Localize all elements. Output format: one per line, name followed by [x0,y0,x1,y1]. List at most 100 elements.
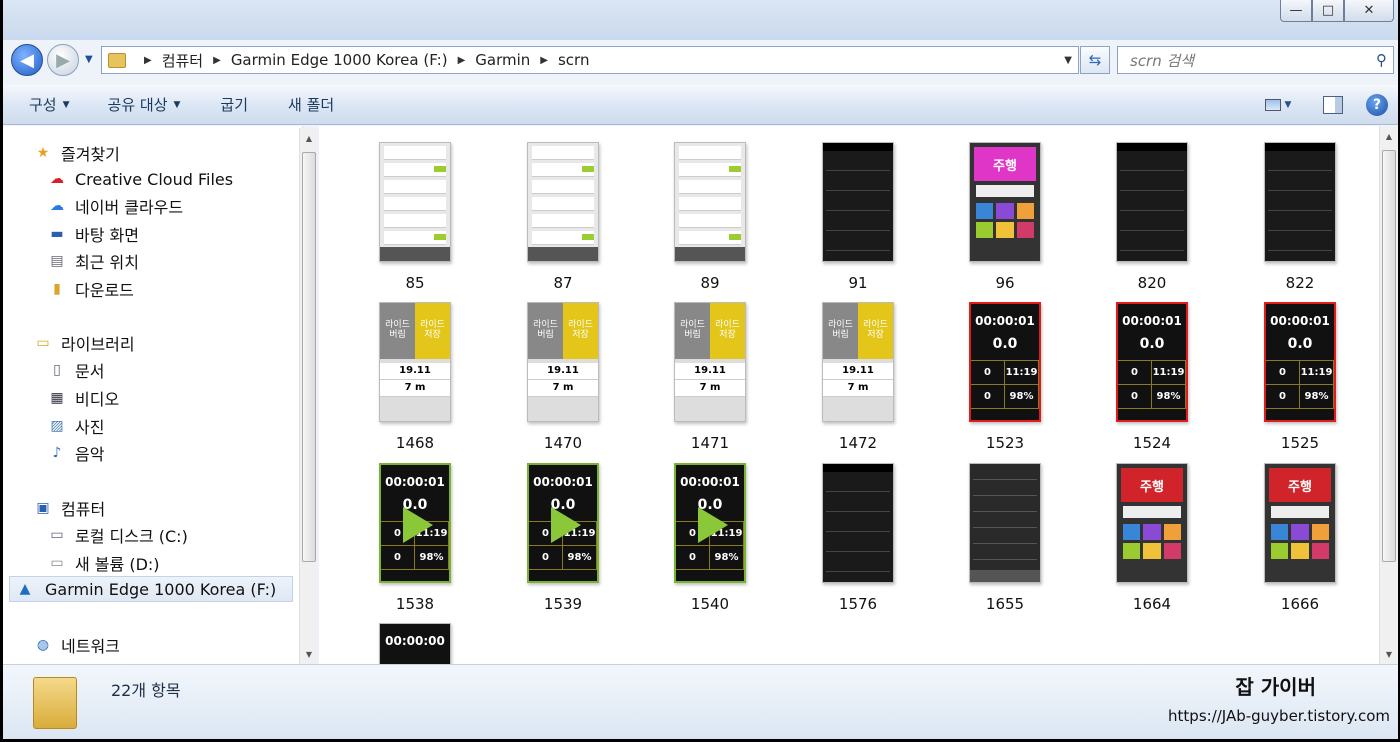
chevron-right-icon[interactable]: ▶ [144,55,152,66]
file-item[interactable]: 주행 1666 [1240,463,1360,613]
sidebar-scroll-thumb[interactable] [302,152,316,562]
file-item[interactable]: 00:00:01 0.0 0 11:19 0 98% 1540 [650,463,770,613]
minimize-button[interactable]: — [1280,0,1312,22]
file-item[interactable]: 라이드 버림 라이드 저장 19.11 7 m 1472 [798,302,918,452]
sidebar-item-naver-cloud[interactable]: ☁ 네이버 클라우드 [47,193,183,219]
file-item[interactable]: 00:00:01 0.0 0 11:19 0 98% 1523 [945,302,1065,452]
file-thumbnail [822,142,894,262]
sidebar-label: 사진 [75,418,105,437]
thumbnail-graphic: 0 [1266,385,1300,409]
thumbnail-graphic: 0.0 [1287,336,1313,352]
sidebar-network-header[interactable]: ◍ 네트워크 [33,632,120,658]
maximize-button[interactable]: □ [1312,0,1344,22]
file-item[interactable]: 822 [1240,142,1360,292]
file-item[interactable]: 87 [503,142,623,292]
refresh-button[interactable]: ⇆ [1080,46,1110,74]
file-thumbnail: 주행 [1116,463,1188,583]
thumbnail-graphic [679,180,741,194]
file-item[interactable]: 라이드 버림 라이드 저장 19.11 7 m 1470 [503,302,623,452]
help-icon[interactable]: ? [1366,94,1388,116]
preview-pane-button[interactable] [1322,96,1344,114]
file-name: 91 [848,274,868,292]
sidebar-item-creative-cloud[interactable]: ☁ Creative Cloud Files [47,166,233,192]
sidebar-item-downloads[interactable]: ▮ 다운로드 [47,276,134,302]
forward-button[interactable]: ▶ [47,44,79,76]
file-item[interactable]: 1576 [798,463,918,613]
thumbnail-graphic [976,222,994,238]
burn-button[interactable]: 굽기 [220,94,248,115]
file-item[interactable]: 00:00:01 0.0 0 11:19 0 98% 1524 [1092,302,1212,452]
breadcrumb-drive[interactable]: Garmin Edge 1000 Korea (F:) [231,51,448,69]
close-button[interactable]: ✕ [1344,0,1394,22]
file-item[interactable]: 89 [650,142,770,292]
thumbnail-graphic: 98% [1300,385,1334,409]
scroll-up-icon[interactable]: ▲ [1380,128,1398,144]
sidebar-computer-header[interactable]: ▣ 컴퓨터 [33,495,105,521]
file-item[interactable]: 00:00:00 [355,623,475,664]
thumbnail-graphic [1163,524,1181,540]
chevron-right-icon[interactable]: ▶ [213,55,221,66]
sidebar-item-new-volume[interactable]: ▭ 새 볼륨 (D:) [47,550,159,576]
file-item[interactable]: 85 [355,142,475,292]
command-bar: 구성 ▼ 공유 대상 ▼ 굽기 새 폴더 ▼ ? [3,85,1398,125]
sidebar-label: 로컬 디스크 (C:) [75,527,188,546]
file-item[interactable]: 820 [1092,142,1212,292]
breadcrumb-scrn[interactable]: scrn [558,51,589,69]
organize-menu[interactable]: 구성 ▼ [29,94,70,115]
file-item[interactable]: 주행 96 [945,142,1065,292]
file-thumbnail [1116,142,1188,262]
recent-pages-dropdown[interactable]: ▼ [85,54,93,65]
thumbnail-graphic [675,247,745,261]
thumbnail-graphic: 라이드 저장 [563,303,598,359]
thumbnail-graphic [698,507,728,543]
file-name: 1471 [690,434,730,452]
file-name: 96 [995,274,1015,292]
file-name: 89 [700,274,720,292]
file-item[interactable]: 라이드 버림 라이드 저장 19.11 7 m 1471 [650,302,770,452]
file-name: 1524 [1132,434,1172,452]
chevron-right-icon[interactable]: ▶ [540,55,548,66]
address-dropdown-icon[interactable]: ▼ [1064,55,1072,66]
sidebar-item-videos[interactable]: ▦ 비디오 [47,385,119,411]
new-folder-button[interactable]: 새 폴더 [288,94,334,115]
sidebar-item-recent-places[interactable]: ▤ 최근 위치 [47,248,139,274]
thumbnail-graphic [996,203,1014,219]
file-item[interactable]: 주행 1664 [1092,463,1212,613]
scroll-down-icon[interactable]: ▼ [1380,646,1398,662]
thumbnail-graphic [1271,543,1289,559]
breadcrumb-garmin[interactable]: Garmin [475,51,530,69]
chevron-right-icon[interactable]: ▶ [458,55,466,66]
sidebar-scrollbar[interactable]: ▲ ▼ [299,128,317,664]
file-item[interactable]: 00:00:01 0.0 0 11:19 0 98% 1525 [1240,302,1360,452]
sidebar-item-music[interactable]: ♪ 음악 [47,440,105,466]
back-button[interactable]: ◀ [11,44,43,76]
sidebar-libraries-header[interactable]: ▭ 라이브러리 [33,330,134,356]
thumbnail-graphic [976,203,1034,238]
sidebar-item-pictures[interactable]: ▨ 사진 [47,413,104,439]
sidebar-item-documents[interactable]: ▯ 문서 [47,357,104,383]
file-item[interactable]: 라이드 버림 라이드 저장 19.11 7 m 1468 [355,302,475,452]
sidebar-favorites-header[interactable]: ★ 즐겨찾기 [33,140,120,166]
sidebar-item-desktop[interactable]: ▬ 바탕 화면 [47,221,139,247]
thumbnail-graphic: 00:00:01 [1122,314,1182,328]
search-input[interactable]: scrn 검색 ⚲ [1117,46,1394,74]
breadcrumb-computer[interactable]: 컴퓨터 [162,50,203,71]
content-scroll-thumb[interactable] [1382,150,1396,562]
file-item[interactable]: 00:00:01 0.0 0 11:19 0 98% 1539 [503,463,623,613]
change-view-button[interactable]: ▼ [1256,96,1300,114]
sidebar-item-local-disk[interactable]: ▭ 로컬 디스크 (C:) [47,522,188,548]
sidebar-item-garmin-drive[interactable]: ▲ Garmin Edge 1000 Korea (F:) [9,576,293,602]
search-icon[interactable]: ⚲ [1376,51,1387,69]
file-name: 1540 [690,595,730,613]
file-item[interactable]: 00:00:01 0.0 0 11:19 0 98% 1538 [355,463,475,613]
search-placeholder: scrn 검색 [1130,51,1195,70]
scroll-down-icon[interactable]: ▼ [300,646,318,662]
scroll-up-icon[interactable]: ▲ [300,130,318,146]
file-item[interactable]: 1655 [945,463,1065,613]
content-scrollbar[interactable]: ▲ ▼ [1379,126,1397,664]
share-menu[interactable]: 공유 대상 ▼ [108,94,181,115]
address-bar[interactable]: ▶ 컴퓨터 ▶ Garmin Edge 1000 Korea (F:) ▶ Ga… [101,46,1079,74]
thumbnail-graphic [1143,524,1161,540]
file-item[interactable]: 91 [798,142,918,292]
window-controls: — □ ✕ [1280,0,1394,22]
